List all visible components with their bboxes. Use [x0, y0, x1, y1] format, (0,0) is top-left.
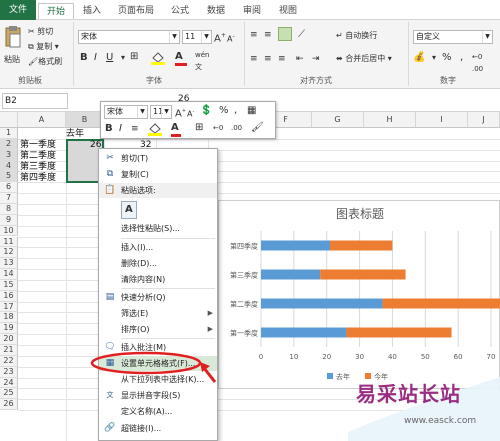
watermark: 易采站长站 www.easck.com	[348, 372, 500, 441]
annotation-circle	[90, 351, 202, 375]
watermark-text: 易采站长站	[356, 382, 461, 406]
watermark-url: www.easck.com	[404, 416, 477, 426]
annotation-arrow	[202, 367, 217, 383]
